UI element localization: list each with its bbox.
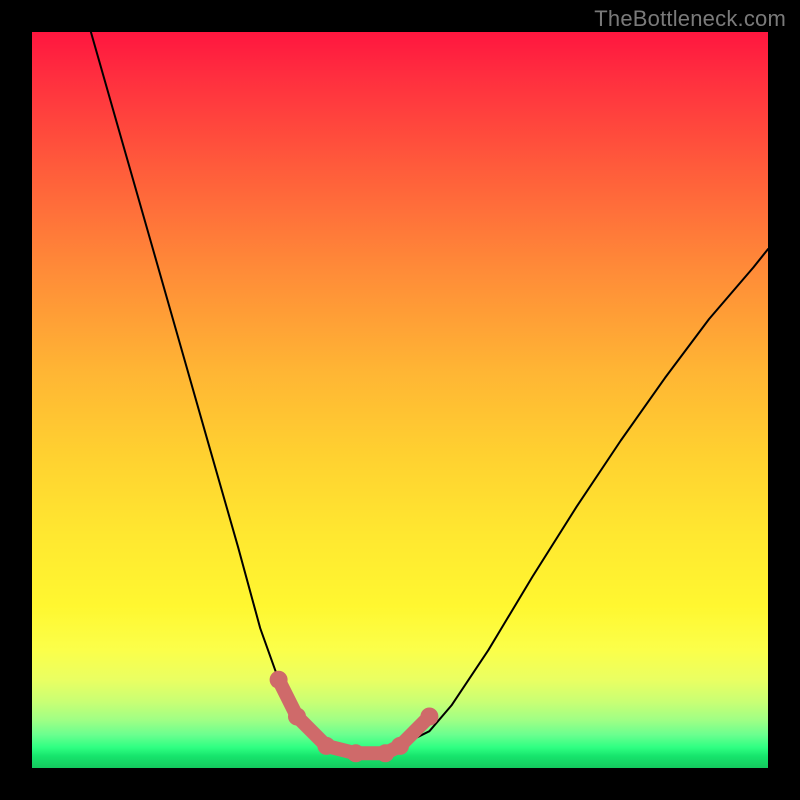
valley-marker-dot — [270, 671, 288, 689]
valley-marker-dot — [288, 708, 306, 726]
valley-marker-dot — [317, 737, 335, 755]
valley-marker-dots — [270, 671, 439, 763]
chart-frame: TheBottleneck.com — [0, 0, 800, 800]
bottleneck-curve-line — [91, 32, 768, 753]
valley-marker-dot — [391, 737, 409, 755]
valley-marker-dot — [420, 708, 438, 726]
plot-area — [32, 32, 768, 768]
chart-svg — [32, 32, 768, 768]
watermark-text: TheBottleneck.com — [594, 6, 786, 32]
valley-marker-dot — [347, 744, 365, 762]
